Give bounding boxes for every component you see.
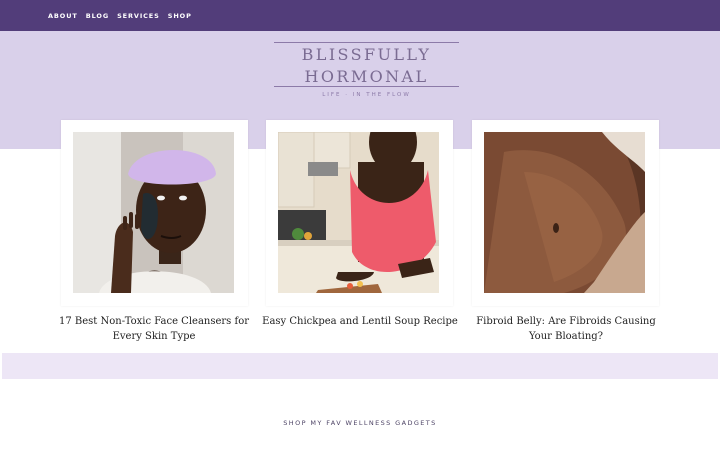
post-image-1[interactable] <box>73 132 234 293</box>
post-title-1[interactable]: 17 Best Non-Toxic Face Cleansers for Eve… <box>54 314 254 344</box>
post-card-1[interactable] <box>61 120 248 306</box>
nav-link-services[interactable]: SERVICES <box>117 12 160 20</box>
post-card-2[interactable] <box>266 120 453 306</box>
nav-link-about[interactable]: ABOUT <box>48 12 78 20</box>
post-image-3[interactable] <box>484 132 645 293</box>
nav-link-blog[interactable]: BLOG <box>86 12 109 20</box>
logo-divider <box>274 86 459 87</box>
logo-line-1: BLISSFULLY <box>301 45 432 64</box>
site-logo[interactable]: BLISSFULLY HORMONAL LIFE · IN THE FLOW <box>274 42 459 100</box>
nav-link-shop[interactable]: SHOP <box>168 12 192 20</box>
top-nav: ABOUT BLOG SERVICES SHOP <box>0 0 720 31</box>
post-image-2[interactable] <box>278 132 439 293</box>
accent-bar <box>2 353 718 379</box>
logo-tagline: LIFE · IN THE FLOW <box>322 92 411 98</box>
post-title-3[interactable]: Fibroid Belly: Are Fibroids Causing Your… <box>466 314 666 344</box>
shop-heading: SHOP MY FAV WELLNESS GADGETS <box>283 419 437 427</box>
post-card-3[interactable] <box>472 120 659 306</box>
logo-line-2: HORMONAL <box>304 67 429 86</box>
post-title-2[interactable]: Easy Chickpea and Lentil Soup Recipe <box>260 314 460 329</box>
